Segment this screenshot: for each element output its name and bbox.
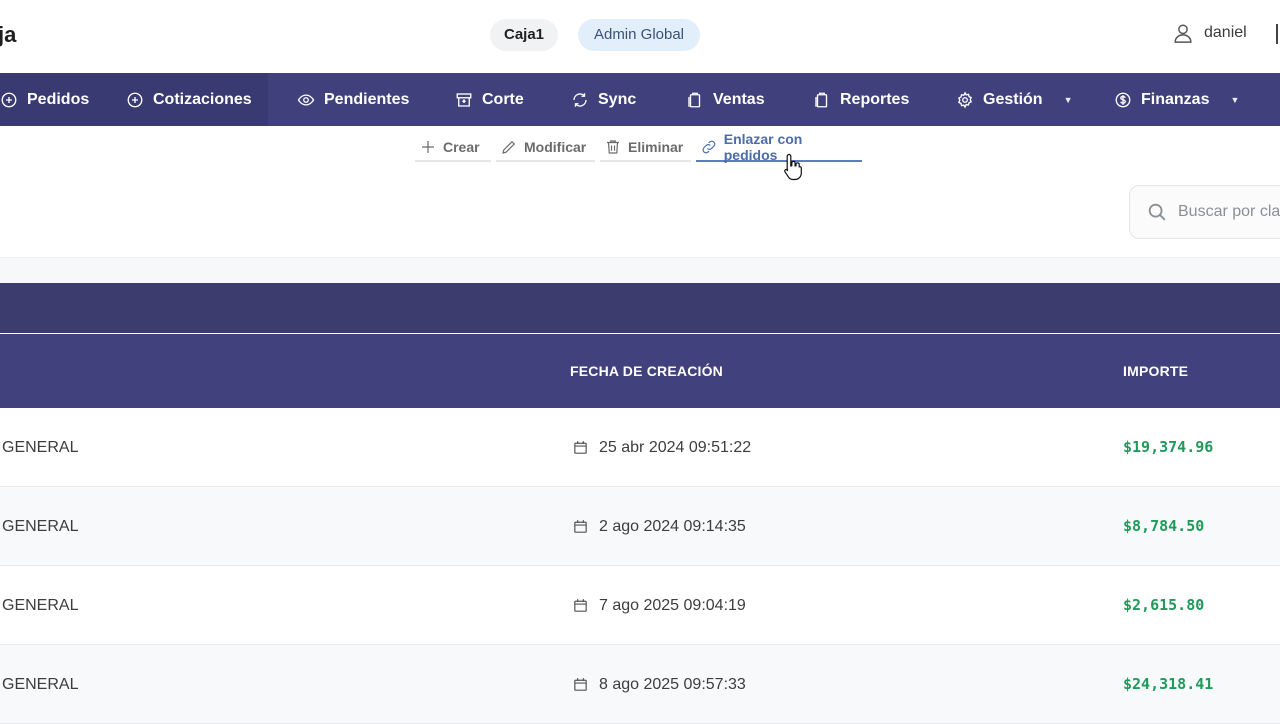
nav-label: Corte [482, 90, 524, 108]
nav-label: Finanzas [1141, 90, 1210, 108]
column-header-importe[interactable]: IMPORTE [1123, 334, 1188, 408]
date-cell: 25 abr 2024 09:51:22 [572, 408, 751, 487]
plus-icon [422, 141, 434, 153]
pencil-icon [502, 140, 516, 154]
nav-label: Ventas [713, 90, 765, 108]
delete-button[interactable]: Eliminar [600, 134, 691, 162]
gear-icon [957, 90, 973, 109]
nav-pedidos[interactable]: Pedidos [0, 73, 102, 126]
table-header: FECHA DE CREACIÓN IMPORTE [0, 334, 1280, 408]
nav-reportes[interactable]: Reportes [813, 73, 909, 126]
date-text: 8 ago 2025 09:57:33 [599, 676, 746, 693]
dollar-circle-icon [1115, 92, 1131, 107]
hand-cursor-icon [784, 153, 802, 181]
link-orders-button[interactable]: Enlazar con pedidos [696, 131, 862, 163]
nav-label: Pendientes [324, 90, 410, 108]
edit-label: Modificar [524, 139, 587, 155]
logout-icon[interactable] [1276, 24, 1280, 44]
nav-finanzas[interactable]: Finanzas ▼ [1114, 73, 1239, 126]
register-badge[interactable]: Caja1 [490, 19, 558, 51]
top-header: ja Caja1 Admin Global daniel [0, 0, 1280, 73]
amount-cell: $24,318.41 [1123, 675, 1214, 693]
search-input[interactable] [1178, 203, 1280, 221]
nav-ventas[interactable]: Ventas [686, 73, 765, 126]
link-icon [702, 140, 716, 154]
delete-label: Eliminar [628, 139, 684, 155]
nav-label: Sync [598, 90, 637, 108]
archive-icon [456, 92, 472, 107]
nav-label: Reportes [840, 90, 910, 108]
clipboard-icon [688, 92, 701, 107]
user-icon [1174, 24, 1192, 43]
role-badge[interactable]: Admin Global [578, 19, 700, 51]
client-cell: GENERAL [2, 676, 79, 693]
clipboard-icon [815, 92, 828, 107]
amount-cell: $2,615.80 [1123, 596, 1205, 614]
nav-sync[interactable]: Sync [571, 73, 636, 126]
calendar-icon [574, 441, 587, 454]
client-cell: GENERAL [2, 439, 79, 456]
date-text: 25 abr 2024 09:51:22 [599, 439, 752, 456]
date-text: 7 ago 2025 09:04:19 [599, 597, 746, 614]
calendar-icon [574, 599, 587, 612]
table-row[interactable]: GENERAL 7 ago 2025 09:04:19 $2,615.80 [0, 566, 1280, 645]
edit-button[interactable]: Modificar [496, 134, 595, 162]
nav-pendientes[interactable]: Pendientes [297, 73, 409, 126]
table-row[interactable]: GENERAL 8 ago 2025 09:57:33 $24,318.41 [0, 645, 1280, 724]
date-text: 2 ago 2024 09:14:35 [599, 518, 746, 535]
nav-label: Pedidos [27, 90, 90, 108]
trash-icon [607, 140, 619, 154]
user-name: daniel [1204, 24, 1247, 41]
main-nav: Pedidos Cotizaciones Pendientes Corte Sy… [0, 73, 1280, 126]
client-cell: GENERAL [2, 518, 79, 535]
client-cell: GENERAL [2, 597, 79, 614]
section-divider [0, 257, 1280, 283]
nav-label: Cotizaciones [153, 90, 252, 108]
table-row[interactable]: GENERAL 2 ago 2024 09:14:35 $8,784.50 [0, 487, 1280, 566]
nav-cotizaciones[interactable]: Cotizaciones [102, 73, 268, 126]
user-menu[interactable]: daniel [1172, 22, 1247, 44]
create-label: Crear [443, 139, 480, 155]
plus-circle-icon [1, 92, 17, 107]
sync-icon [573, 92, 587, 107]
column-header-fecha[interactable]: FECHA DE CREACIÓN [570, 334, 723, 408]
date-cell: 7 ago 2025 09:04:19 [572, 566, 746, 645]
date-cell: 2 ago 2024 09:14:35 [572, 487, 746, 566]
nav-label: Gestión [983, 90, 1043, 108]
app-title: ja [0, 22, 17, 47]
action-toolbar: Crear Modificar Eliminar Enlazar con ped… [0, 131, 1280, 164]
eye-icon [297, 93, 315, 106]
search-box[interactable] [1129, 185, 1280, 239]
calendar-icon [574, 678, 587, 691]
amount-cell: $19,374.96 [1123, 438, 1214, 456]
nav-gestion[interactable]: Gestión ▼ [956, 73, 1072, 126]
create-button[interactable]: Crear [415, 134, 491, 162]
table-caption-bar [0, 283, 1280, 333]
search-icon [1148, 203, 1166, 221]
chevron-down-icon: ▼ [1230, 94, 1240, 105]
plus-circle-icon [127, 92, 143, 107]
calendar-icon [574, 520, 587, 533]
nav-corte[interactable]: Corte [455, 73, 524, 126]
chevron-down-icon: ▼ [1063, 94, 1073, 105]
date-cell: 8 ago 2025 09:57:33 [572, 645, 746, 724]
table-row[interactable]: GENERAL 25 abr 2024 09:51:22 $19,374.96 [0, 408, 1280, 487]
amount-cell: $8,784.50 [1123, 517, 1205, 535]
